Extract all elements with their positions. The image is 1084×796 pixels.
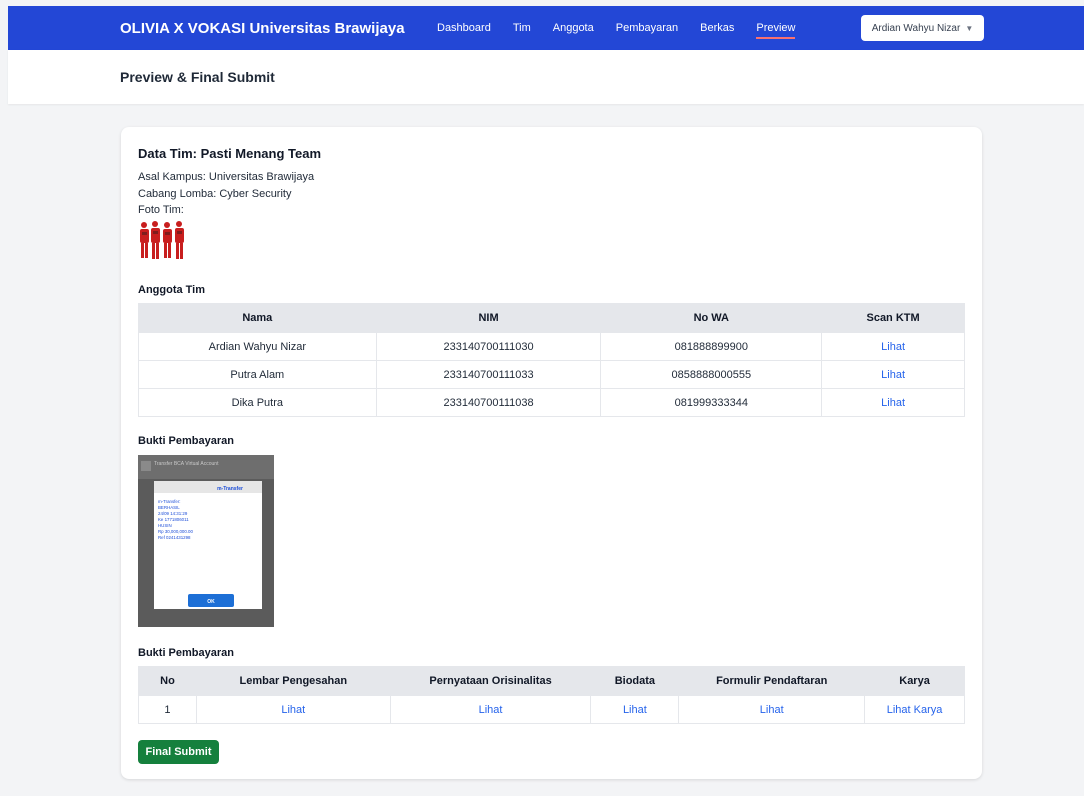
column-header: No WA: [600, 303, 823, 333]
screenshot-line: Rp 30,000,000.00: [158, 529, 193, 534]
member-name: Ardian Wahyu Nizar: [138, 332, 377, 361]
team-branch: Cabang Lomba: Cyber Security: [138, 188, 292, 200]
page-header: Preview & Final Submit: [8, 50, 1084, 104]
cell: Lihat Karya: [864, 695, 965, 724]
view-lembar-pengesahan-link[interactable]: Lihat: [281, 704, 305, 716]
view-ktm-link[interactable]: Lihat: [881, 341, 905, 353]
cell: Lihat: [389, 695, 592, 724]
column-header: Pernyataan Orisinalitas: [389, 666, 592, 696]
column-header: Nama: [138, 303, 377, 333]
nav-link-dashboard[interactable]: Dashboard: [437, 6, 491, 50]
view-karya-link[interactable]: Lihat Karya: [887, 704, 943, 716]
preview-card: Data Tim: Pasti Menang Team Asal Kampus:…: [121, 127, 982, 779]
nav-link-preview[interactable]: Preview: [756, 6, 796, 50]
screenshot-header: Transfer BCA Virtual Account: [154, 461, 219, 467]
cell: Lihat: [590, 695, 680, 724]
column-header: Formulir Pendaftaran: [678, 666, 866, 696]
nav-link-tim[interactable]: Tim: [513, 6, 531, 50]
team-campus: Asal Kampus: Universitas Brawijaya: [138, 171, 315, 183]
user-name: Ardian Wahyu Nizar: [871, 22, 961, 34]
column-header: No: [138, 666, 197, 696]
column-header: Scan KTM: [821, 303, 965, 333]
payment-proof-image[interactable]: Transfer BCA Virtual Account m-Transfer …: [138, 455, 274, 627]
member-phone: 0858888000555: [600, 360, 823, 389]
column-header: Karya: [864, 666, 965, 696]
member-name: Putra Alam: [138, 360, 377, 389]
view-formulir-pendaftaran-link[interactable]: Lihat: [760, 704, 784, 716]
team-title: Data Tim: Pasti Menang Team: [138, 146, 322, 161]
cell: Lihat: [678, 695, 866, 724]
view-biodata-link[interactable]: Lihat: [623, 704, 647, 716]
ktm-cell: Lihat: [821, 388, 965, 417]
members-section-title: Anggota Tim: [138, 284, 206, 296]
team-photo-label: Foto Tim:: [138, 204, 184, 216]
column-header: NIM: [375, 303, 602, 333]
column-header: Biodata: [590, 666, 680, 696]
nav-links: Dashboard Tim Anggota Pembayaran Berkas …: [437, 6, 817, 50]
nav-link-pembayaran[interactable]: Pembayaran: [616, 6, 678, 50]
member-nim: 233140700111038: [375, 388, 602, 417]
screenshot-dialog-title: m-Transfer: [217, 486, 243, 492]
nav-link-berkas[interactable]: Berkas: [700, 6, 734, 50]
team-photo: [140, 221, 184, 259]
table-row: 1 Lihat Lihat Lihat Lihat Lihat Karya: [138, 695, 965, 724]
brand-title[interactable]: OLIVIA X VOKASI Universitas Brawijaya: [120, 20, 405, 37]
view-pernyataan-orisinalitas-link[interactable]: Lihat: [479, 704, 503, 716]
ktm-cell: Lihat: [821, 332, 965, 361]
member-name: Dika Putra: [138, 388, 377, 417]
screenshot-line: HUSIN: [158, 523, 172, 528]
table-row: Ardian Wahyu Nizar 233140700111030 08188…: [138, 332, 965, 361]
user-menu-button[interactable]: Ardian Wahyu Nizar ▼: [861, 15, 984, 41]
screenshot-line: BERHASIL: [158, 505, 180, 510]
screenshot-line: Ke 1771806011: [158, 517, 189, 522]
member-nim: 233140700111033: [375, 360, 602, 389]
members-table: Nama NIM No WA Scan KTM Ardian Wahyu Niz…: [138, 303, 965, 417]
member-phone: 081888899900: [600, 332, 823, 361]
table-row: Putra Alam 233140700111033 0858888000555…: [138, 360, 965, 389]
nav-link-anggota[interactable]: Anggota: [553, 6, 594, 50]
member-nim: 233140700111030: [375, 332, 602, 361]
ktm-cell: Lihat: [821, 360, 965, 389]
files-section-title: Bukti Pembayaran: [138, 647, 234, 659]
screenshot-line: Ref 0241431298: [158, 535, 191, 540]
row-number: 1: [138, 695, 197, 724]
cell: Lihat: [195, 695, 391, 724]
view-ktm-link[interactable]: Lihat: [881, 369, 905, 381]
table-row: Dika Putra 233140700111038 081999333344 …: [138, 388, 965, 417]
chevron-down-icon: ▼: [965, 23, 974, 33]
screenshot-line: m-Transfer:: [158, 499, 181, 504]
column-header: Lembar Pengesahan: [195, 666, 391, 696]
member-phone: 081999333344: [600, 388, 823, 417]
table-header-row: No Lembar Pengesahan Pernyataan Orisinal…: [138, 666, 965, 696]
final-submit-button[interactable]: Final Submit: [138, 740, 219, 764]
payment-section-title: Bukti Pembayaran: [138, 435, 234, 447]
screenshot-ok: OK: [207, 599, 215, 605]
top-navbar: OLIVIA X VOKASI Universitas Brawijaya Da…: [8, 6, 1084, 50]
files-table: No Lembar Pengesahan Pernyataan Orisinal…: [138, 666, 965, 724]
table-header-row: Nama NIM No WA Scan KTM: [138, 303, 965, 333]
screenshot-line: 24/09 14:31:29: [158, 511, 188, 516]
page-title: Preview & Final Submit: [120, 69, 275, 85]
view-ktm-link[interactable]: Lihat: [881, 397, 905, 409]
